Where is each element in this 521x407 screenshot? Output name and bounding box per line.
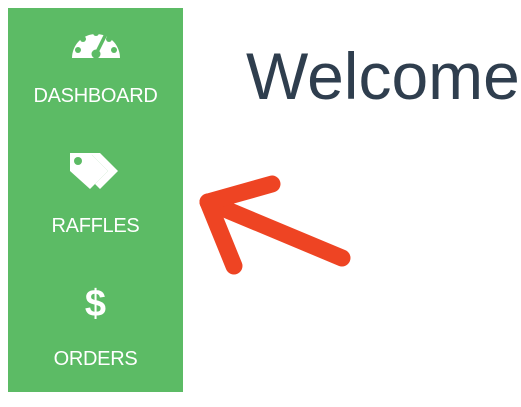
sidebar: DASHBOARD RAFFLES $ ORDERS	[8, 8, 183, 392]
sidebar-item-dashboard[interactable]: DASHBOARD	[8, 20, 183, 112]
dollar-icon: $	[84, 283, 107, 325]
sidebar-item-raffles[interactable]: RAFFLES	[8, 150, 183, 242]
screenshot-stage: DASHBOARD RAFFLES $ ORDERS Welcome	[0, 0, 521, 407]
sidebar-item-orders[interactable]: $ ORDERS	[8, 283, 183, 375]
speedometer-icon	[8, 20, 183, 62]
tags-icon	[8, 150, 183, 192]
sidebar-item-label: RAFFLES	[51, 215, 140, 237]
sidebar-item-label: DASHBOARD	[33, 85, 158, 107]
page-title: Welcome	[246, 39, 520, 113]
annotation-arrow-icon	[192, 168, 362, 293]
sidebar-item-label: ORDERS	[53, 348, 138, 370]
